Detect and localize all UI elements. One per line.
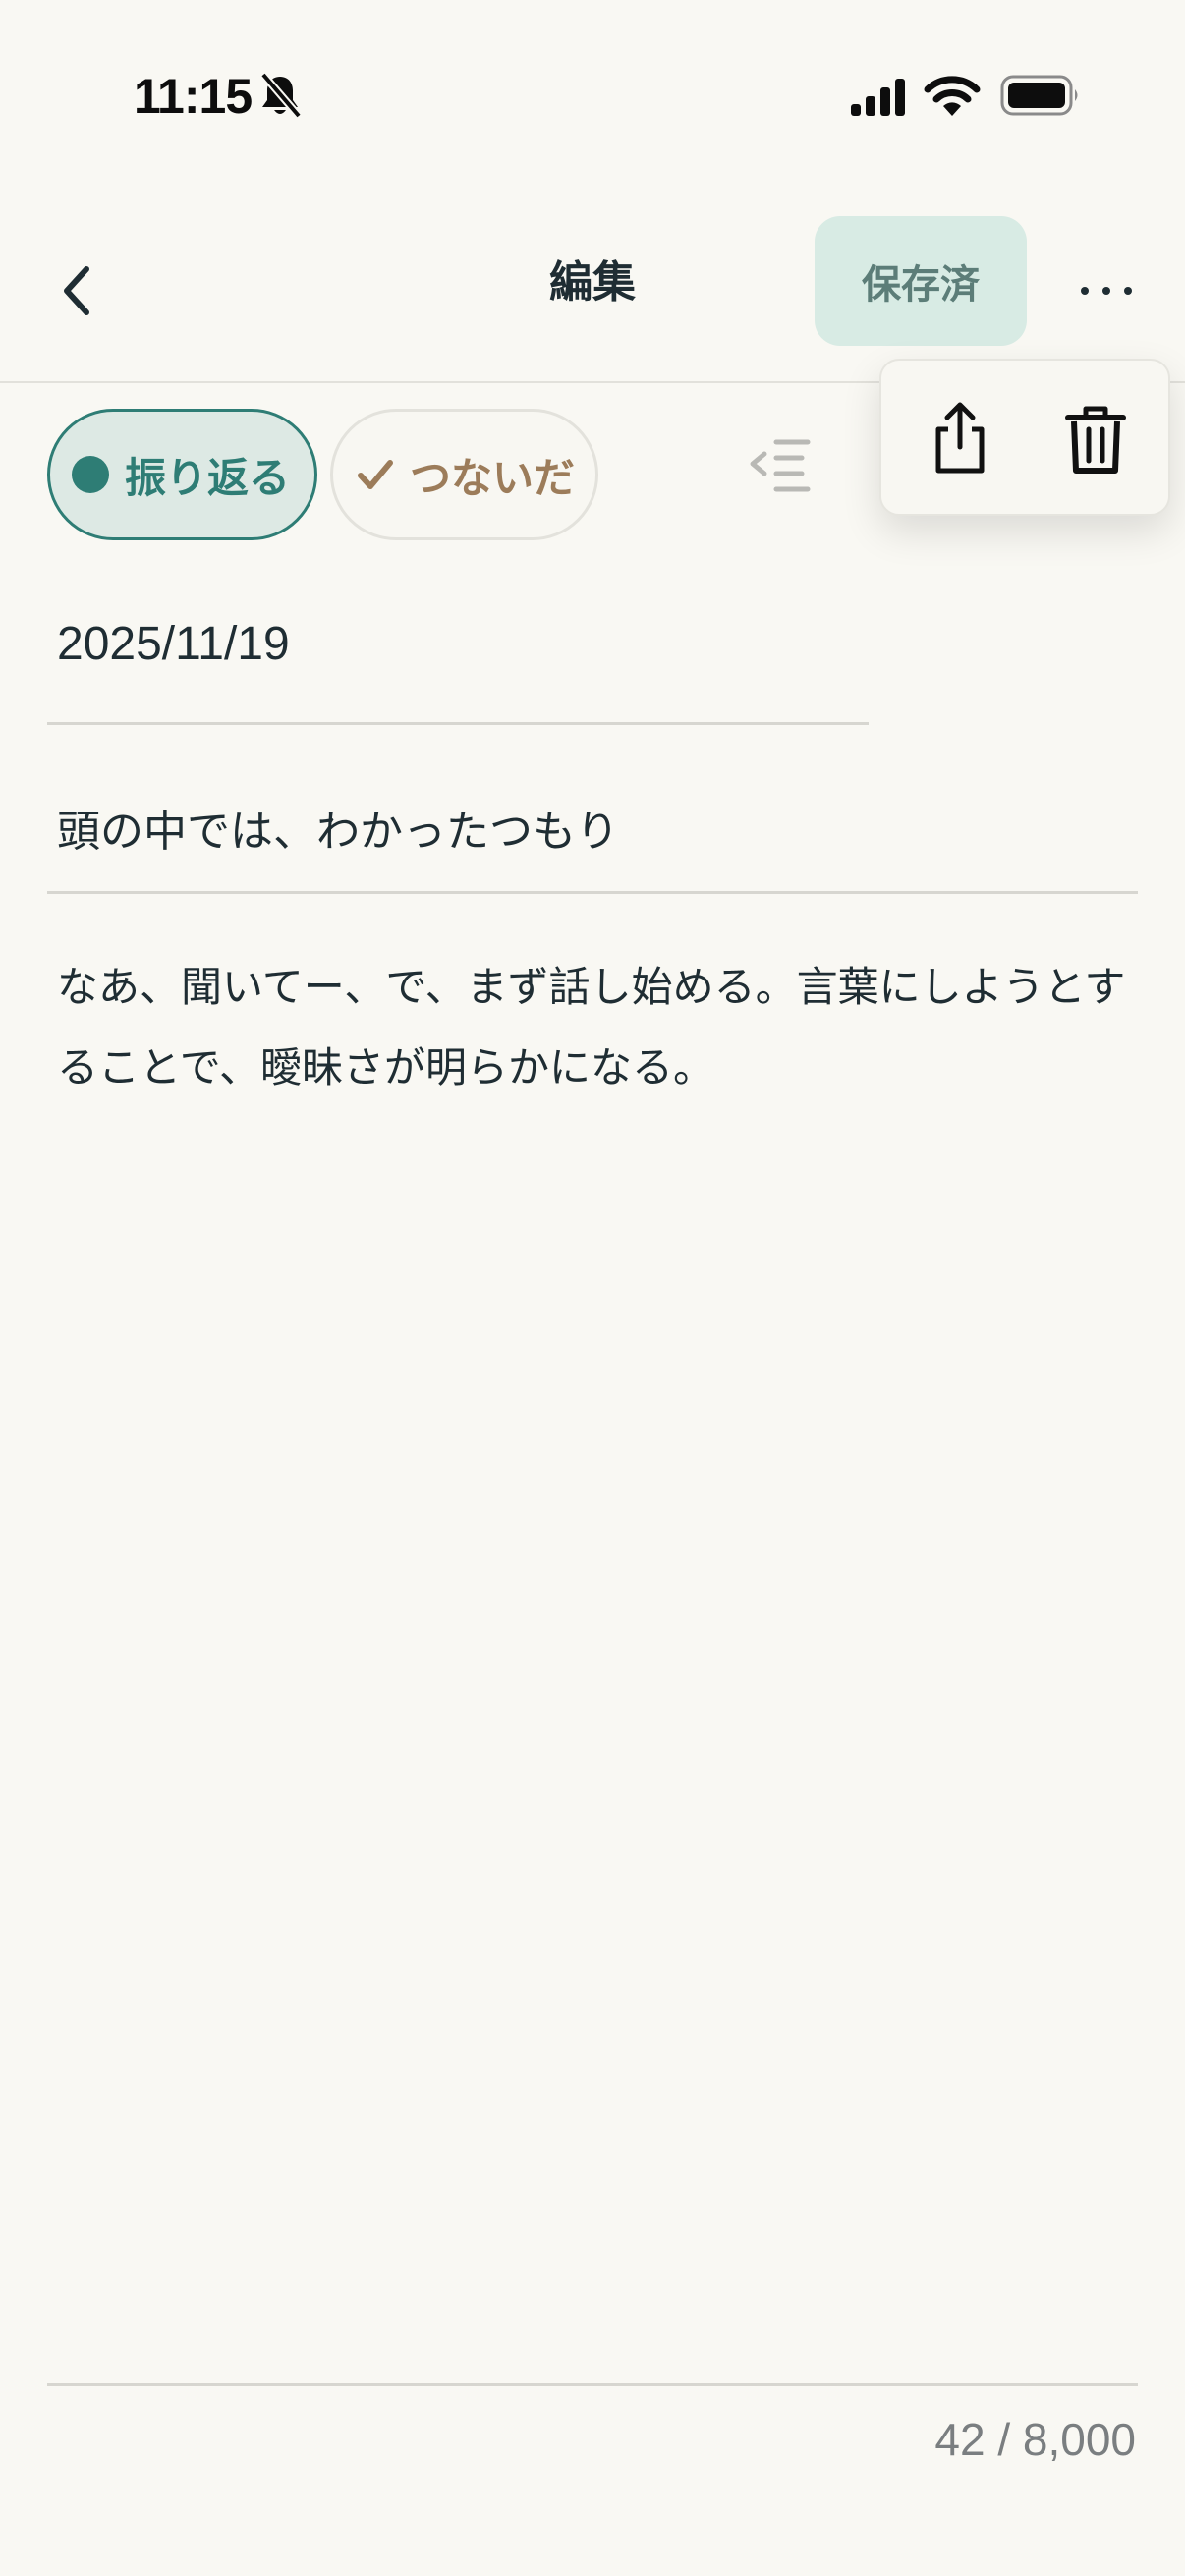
outline-collapse-icon (750, 439, 811, 492)
more-menu-popup (879, 359, 1170, 516)
date-field[interactable]: 2025/11/19 (47, 580, 869, 725)
saved-button[interactable]: 保存済 (815, 216, 1027, 346)
share-icon (935, 402, 985, 474)
trash-icon (1065, 406, 1126, 474)
status-time: 11:15 (134, 69, 253, 124)
reflect-chip-label: 振り返る (125, 453, 291, 502)
checkmark-icon (358, 460, 393, 489)
nav-bar: 編集 保存済 (0, 196, 1185, 383)
cellular-signal-icon (851, 79, 905, 116)
title-field[interactable]: 頭の中では、わかったつもり (47, 753, 1138, 894)
body-textarea[interactable]: なあ、聞いてー、で、まず話し始める。言葉にしようとすることで、曖昧さが明らかにな… (47, 947, 1138, 2381)
connected-chip[interactable]: つないだ (330, 409, 598, 540)
ellipsis-icon (1081, 287, 1132, 295)
footer-divider (47, 2383, 1138, 2386)
reflect-chip[interactable]: 振り返る (47, 409, 317, 540)
status-bar: 11:15 (0, 0, 1185, 196)
status-dot (72, 456, 109, 493)
back-button[interactable] (43, 255, 114, 326)
page-title: 編集 (549, 257, 636, 308)
delete-button[interactable] (1056, 398, 1135, 476)
wifi-icon (924, 76, 981, 116)
outline-toggle-button[interactable] (743, 430, 821, 501)
battery-icon (1000, 75, 1078, 116)
more-button[interactable] (1071, 255, 1142, 326)
character-count: 42 / 8,000 (934, 2414, 1136, 2465)
chevron-left-icon (64, 266, 89, 315)
connected-chip-label: つないだ (410, 453, 576, 502)
bell-slash-icon (259, 72, 303, 119)
share-button[interactable] (921, 398, 999, 476)
